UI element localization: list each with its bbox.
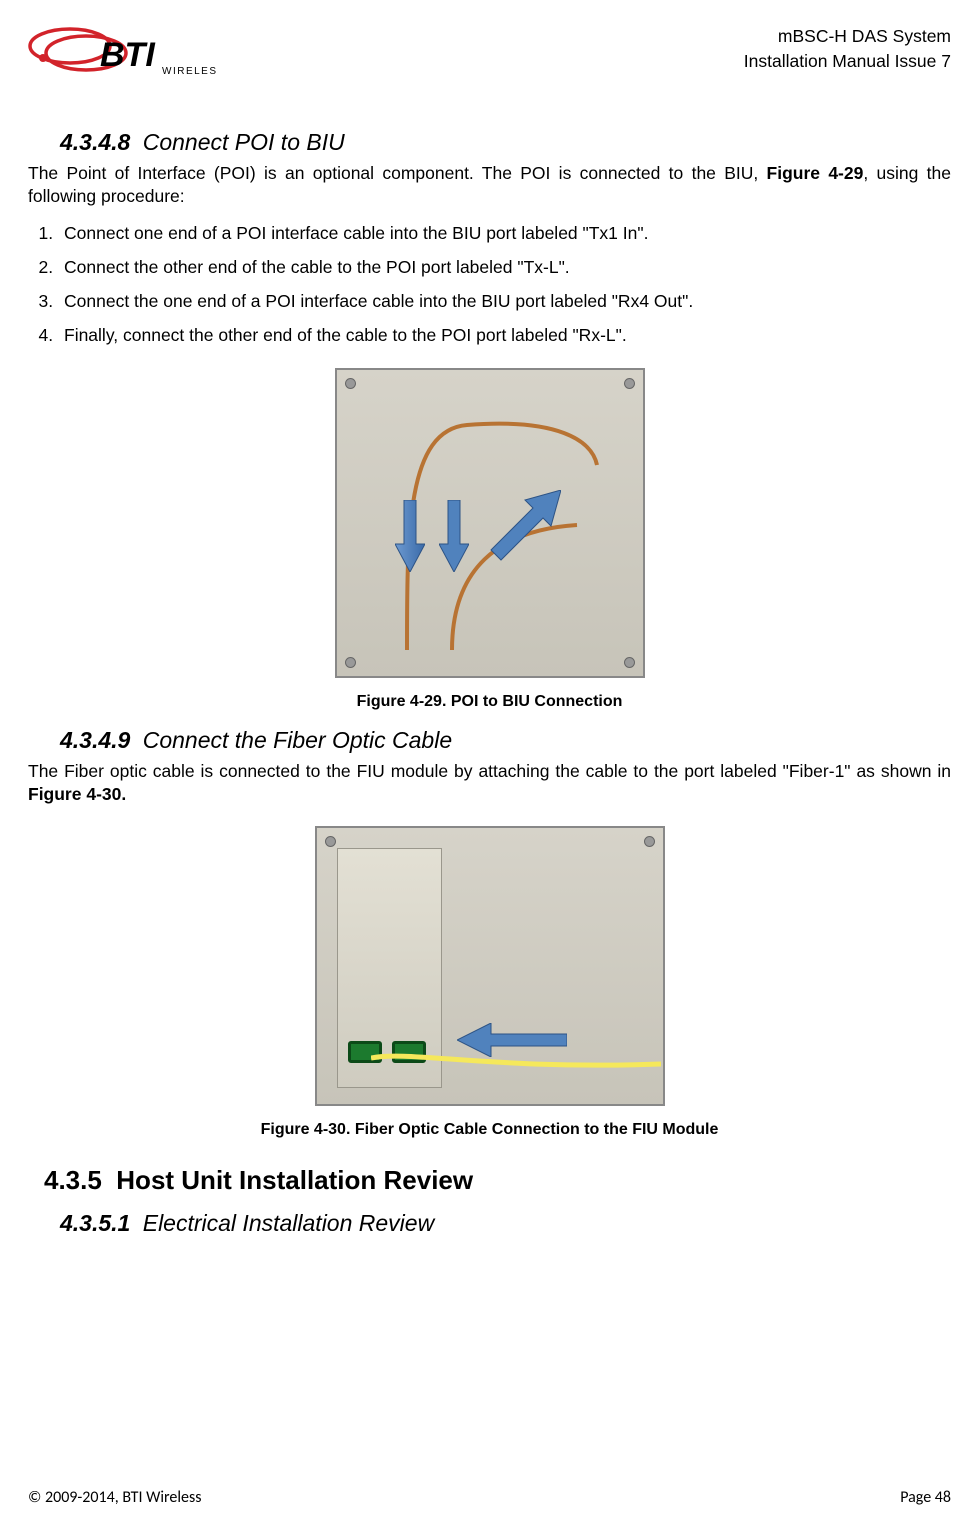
- heading-number: 4.3.5.1: [60, 1210, 130, 1236]
- step-item: Connect one end of a POI interface cable…: [58, 222, 951, 245]
- page-footer: © 2009-2014, BTI Wireless Page 48: [28, 1488, 951, 1507]
- step-item: Finally, connect the other end of the ca…: [58, 324, 951, 347]
- footer-copyright: © 2009-2014, BTI Wireless: [28, 1488, 202, 1507]
- bti-logo-icon: BTI WIRELESS: [28, 26, 218, 84]
- page-header: BTI WIRELESS mBSC-H DAS System Installat…: [28, 20, 951, 89]
- heading-title: Host Unit Installation Review: [116, 1165, 473, 1195]
- footer-page-number: Page 48: [900, 1488, 951, 1507]
- heading-title: Connect POI to BIU: [143, 129, 345, 155]
- heading-4.3.4.9: 4.3.4.9 Connect the Fiber Optic Cable: [60, 727, 951, 754]
- logo: BTI WIRELESS: [28, 20, 218, 89]
- figure-4-29: [28, 368, 951, 683]
- figure-image-fiber-fiu: [315, 826, 665, 1106]
- arrow-down-icon: [439, 500, 469, 572]
- heading-4.3.5: 4.3.5 Host Unit Installation Review: [44, 1165, 951, 1196]
- screw-icon: [644, 836, 655, 847]
- figure-image-poi-biu: [335, 368, 645, 678]
- heading-number: 4.3.4.8: [60, 129, 130, 155]
- section2-body: The Fiber optic cable is connected to th…: [28, 760, 951, 806]
- heading-4.3.4.8: 4.3.4.8 Connect POI to BIU: [60, 129, 951, 156]
- heading-number: 4.3.4.9: [60, 727, 130, 753]
- figure-4-30: [28, 826, 951, 1111]
- header-doc-info: mBSC-H DAS System Installation Manual Is…: [744, 20, 951, 73]
- body-figure-ref: Figure 4-30.: [28, 784, 126, 804]
- screw-icon: [325, 836, 336, 847]
- body-prefix: The Fiber optic cable is connected to th…: [28, 761, 951, 781]
- doc-system: mBSC-H DAS System: [744, 24, 951, 49]
- heading-number: 4.3.5: [44, 1165, 102, 1195]
- arrow-diag-icon: [485, 490, 561, 566]
- svg-text:BTI: BTI: [100, 36, 156, 74]
- heading-4.3.5.1: 4.3.5.1 Electrical Installation Review: [60, 1210, 951, 1237]
- arrow-left-icon: [457, 1023, 567, 1057]
- figure-4-30-caption: Figure 4-30. Fiber Optic Cable Connectio…: [28, 1121, 951, 1139]
- body-prefix: The Point of Interface (POI) is an optio…: [28, 163, 767, 183]
- svg-text:WIRELESS: WIRELESS: [162, 66, 218, 77]
- heading-title: Connect the Fiber Optic Cable: [143, 727, 452, 753]
- figure-4-29-caption: Figure 4-29. POI to BIU Connection: [28, 693, 951, 711]
- body-figure-ref: Figure 4-29: [767, 163, 864, 183]
- doc-issue: Installation Manual Issue 7: [744, 49, 951, 74]
- section1-steps: Connect one end of a POI interface cable…: [28, 222, 951, 347]
- step-item: Connect the other end of the cable to th…: [58, 256, 951, 279]
- heading-title: Electrical Installation Review: [143, 1210, 434, 1236]
- arrow-down-icon: [395, 500, 425, 572]
- section1-body: The Point of Interface (POI) is an optio…: [28, 162, 951, 208]
- step-item: Connect the one end of a POI interface c…: [58, 290, 951, 313]
